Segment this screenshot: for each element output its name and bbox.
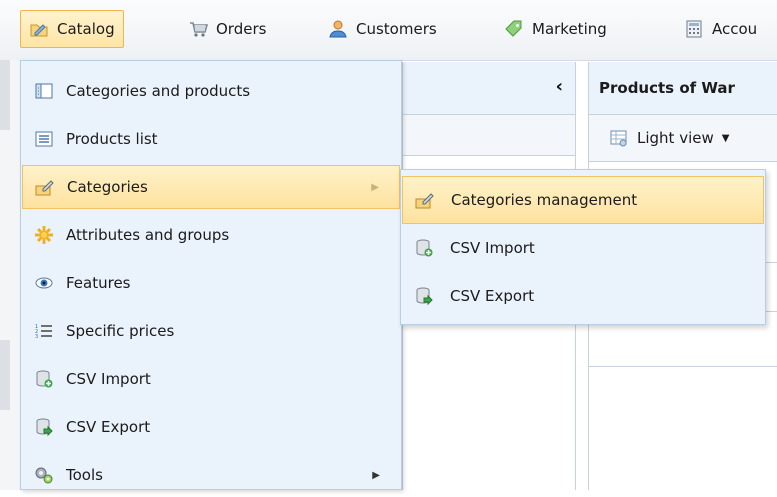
customers-person-icon — [328, 19, 348, 39]
submenu-arrow-icon: ▶ — [371, 181, 379, 193]
menu-item-label: Tools — [66, 466, 103, 484]
panel-header: ‹ — [403, 62, 575, 115]
menu-item-features[interactable]: Features — [22, 261, 400, 305]
chevron-down-icon[interactable]: ▼ — [722, 133, 730, 144]
submenu-item-csv-export[interactable]: CSV Export — [402, 272, 764, 320]
catalog-folder-icon — [29, 19, 49, 39]
gears-icon — [34, 465, 54, 485]
menu-item-label: CSV Import — [66, 370, 151, 388]
db-export-icon — [414, 286, 434, 306]
submenu-item-csv-import[interactable]: CSV Import — [402, 224, 764, 272]
submenu-item-categories-management[interactable]: Categories management — [402, 176, 764, 224]
submenu-arrow-icon: ▶ — [372, 469, 380, 481]
menu-item-products-list[interactable]: Products list — [22, 117, 400, 161]
menu-item-specific-prices[interactable]: 123 Specific prices — [22, 309, 400, 353]
menu-item-label: Products list — [66, 130, 158, 148]
top-nav-bar: Catalog Orders Customers Marketing Accou — [0, 0, 777, 61]
menu-item-label: Attributes and groups — [66, 226, 230, 244]
attributes-icon — [34, 225, 54, 245]
categories-submenu: Categories management CSV Import CSV Exp… — [400, 169, 766, 325]
menu-item-label: Categories — [67, 178, 148, 196]
orders-cart-icon — [188, 19, 208, 39]
menu-item-csv-import[interactable]: CSV Import — [22, 357, 400, 401]
db-import-icon — [34, 369, 54, 389]
nav-marketing-label: Marketing — [532, 20, 607, 38]
db-import-icon — [414, 238, 434, 258]
categories-edit-icon — [415, 190, 435, 210]
products-panel-title: Products of War — [589, 62, 777, 115]
menu-item-attributes-and-groups[interactable]: Attributes and groups — [22, 213, 400, 257]
submenu-item-label: CSV Export — [450, 287, 535, 305]
accounting-calculator-icon — [684, 19, 704, 39]
eye-icon — [34, 273, 54, 293]
nav-orders[interactable]: Orders — [180, 10, 274, 48]
menu-item-label: Specific prices — [66, 322, 175, 340]
menu-item-label: CSV Export — [66, 418, 151, 436]
collapse-panel-icon[interactable]: ‹ — [556, 76, 563, 97]
menu-item-label: Features — [66, 274, 131, 292]
categories-edit-icon — [35, 177, 55, 197]
db-export-icon — [34, 417, 54, 437]
nav-catalog-label: Catalog — [57, 20, 115, 38]
marketing-tag-icon — [504, 19, 524, 39]
nav-accounting[interactable]: Accou — [676, 10, 765, 48]
left-edge-strip — [0, 60, 21, 490]
catalog-dropdown-menu: Categories and products Products list Ca… — [20, 60, 402, 490]
numbered-list-icon: 123 — [34, 321, 54, 341]
list-icon — [34, 129, 54, 149]
menu-item-tools[interactable]: Tools ▶ — [22, 453, 400, 497]
nav-customers-label: Customers — [356, 20, 437, 38]
nav-marketing[interactable]: Marketing — [496, 10, 615, 48]
menu-item-csv-export[interactable]: CSV Export — [22, 405, 400, 449]
nav-accounting-label: Accou — [712, 20, 758, 38]
light-view-button[interactable]: Light view — [637, 129, 714, 147]
nav-orders-label: Orders — [216, 20, 267, 38]
nav-catalog[interactable]: Catalog — [20, 10, 124, 48]
products-toolbar: Light view ▼ — [589, 115, 777, 162]
menu-item-categories[interactable]: Categories ▶ — [22, 165, 400, 209]
nav-customers[interactable]: Customers — [320, 10, 445, 48]
categories-tree-icon — [34, 81, 54, 101]
svg-text:3: 3 — [35, 334, 38, 340]
light-view-icon — [609, 128, 629, 148]
menu-item-categories-and-products[interactable]: Categories and products — [22, 69, 400, 113]
menu-item-label: Categories and products — [66, 82, 251, 100]
submenu-item-label: CSV Import — [450, 239, 535, 257]
submenu-item-label: Categories management — [451, 191, 638, 209]
